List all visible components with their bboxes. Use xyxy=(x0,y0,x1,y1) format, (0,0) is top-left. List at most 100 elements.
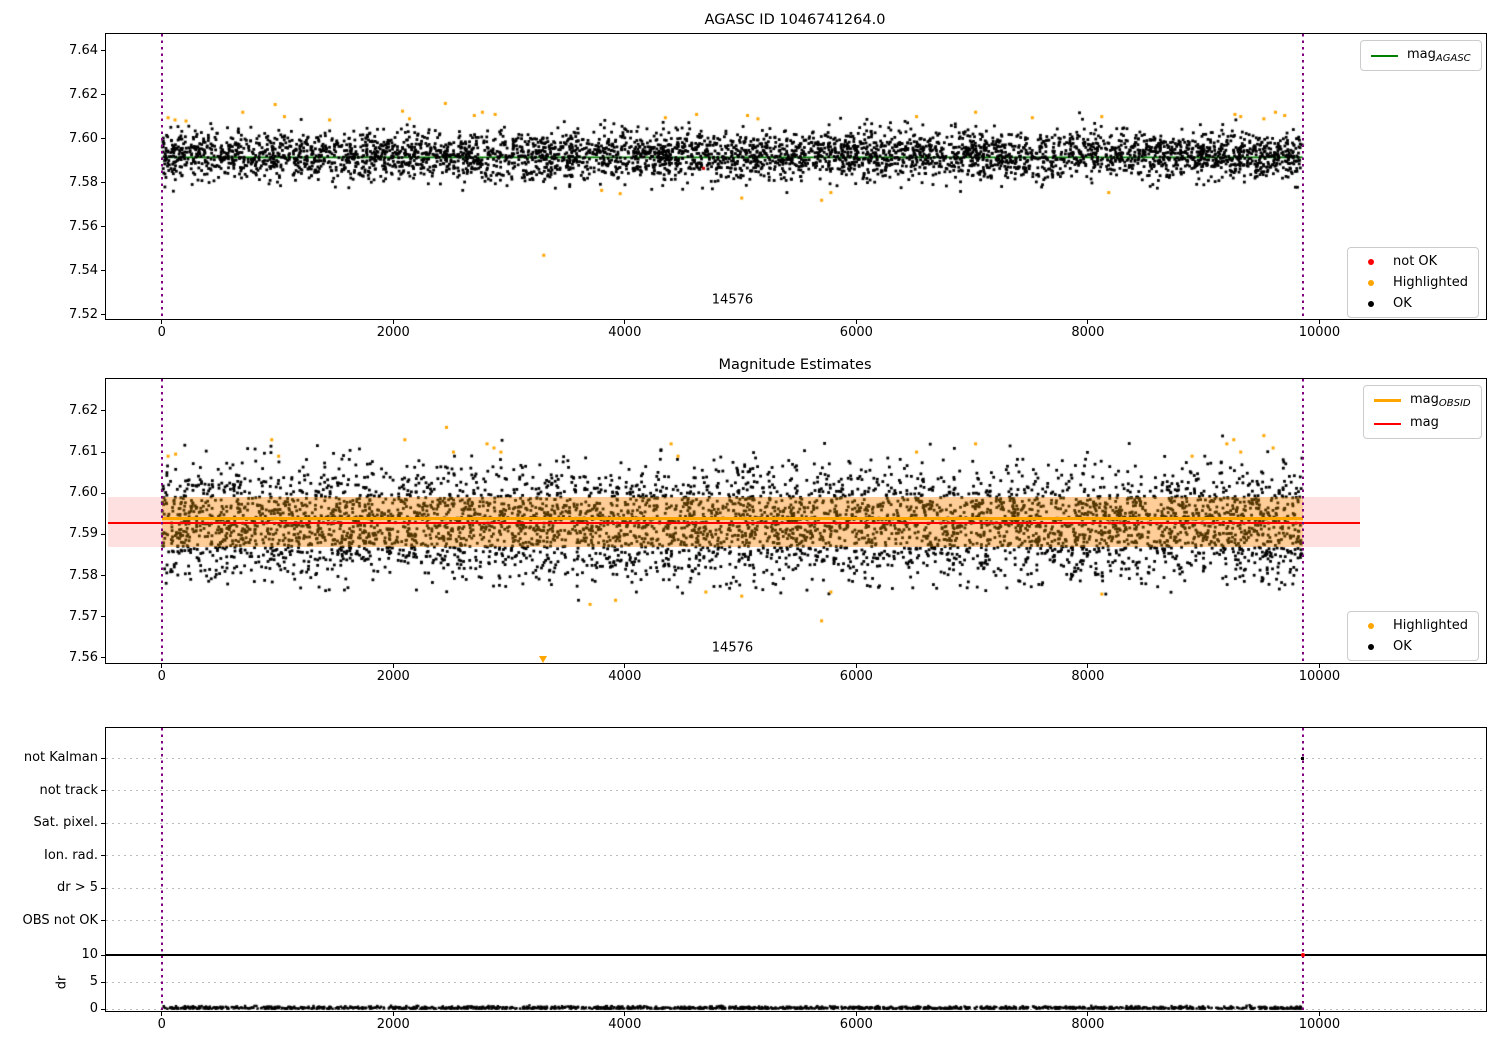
x-tick-mark xyxy=(1318,1012,1320,1016)
x-tick-label: 0 xyxy=(157,325,166,340)
x-tick-label: 2000 xyxy=(376,1017,410,1032)
x-tick-mark xyxy=(161,320,163,324)
flag-label: not track xyxy=(39,782,98,798)
orange-dot-icon xyxy=(1368,279,1374,286)
flag-label: OBS not OK xyxy=(22,912,99,928)
obsid-count-annotation-top: 14576 xyxy=(711,292,754,308)
x-tick-label: 6000 xyxy=(839,1017,873,1032)
orange-line-swatch-icon xyxy=(1374,399,1401,402)
y-tick-label: 7.59 xyxy=(69,526,98,542)
legend-item-mag-agasc: magAGASC xyxy=(1371,47,1471,64)
y-tick-mark xyxy=(101,94,105,96)
dr-tick-mark xyxy=(101,954,105,956)
x-tick-mark xyxy=(1318,320,1320,324)
panel-flags-box xyxy=(105,727,1487,1012)
legend-item-ok: OK xyxy=(1358,639,1468,654)
flag-tick-mark xyxy=(101,855,105,856)
y-tick-mark xyxy=(101,533,105,535)
legend-label: Highlighted xyxy=(1393,275,1468,290)
y-tick-mark xyxy=(101,226,105,228)
black-dot-icon xyxy=(1368,300,1374,307)
flag-tick-mark xyxy=(101,887,105,889)
obsid-range-vline xyxy=(160,379,163,663)
flag-tick-mark xyxy=(101,920,105,921)
x-tick-mark xyxy=(1087,1012,1089,1016)
legend-label: magAGASC xyxy=(1407,47,1471,64)
x-tick-label: 8000 xyxy=(1071,325,1105,340)
dr-tick-label: 0 xyxy=(89,1001,98,1016)
y-tick-label: 7.62 xyxy=(69,86,98,102)
flag-label: Ion. rad. xyxy=(44,847,98,863)
dr-axis-label: dr xyxy=(54,975,70,990)
green-line-swatch-icon xyxy=(1371,54,1398,57)
x-tick-mark xyxy=(624,1012,626,1016)
y-tick-mark xyxy=(101,314,105,316)
x-tick-mark xyxy=(855,664,857,668)
y-tick-label: 7.62 xyxy=(69,402,98,418)
x-tick-label: 0 xyxy=(157,669,166,684)
panel-magnitude-title: Magnitude Estimates xyxy=(718,357,872,373)
x-tick-label: 4000 xyxy=(608,669,642,684)
y-tick-label: 7.60 xyxy=(69,130,98,146)
x-tick-mark xyxy=(392,320,394,324)
legend-item-ok: OK xyxy=(1358,296,1468,311)
red-dot-icon xyxy=(1368,258,1374,265)
x-tick-label: 10000 xyxy=(1298,325,1341,340)
x-tick-mark xyxy=(1087,664,1089,668)
x-tick-label: 8000 xyxy=(1071,669,1105,684)
y-tick-mark xyxy=(101,492,105,494)
x-tick-mark xyxy=(1087,320,1089,324)
legend-label: Highlighted xyxy=(1393,618,1468,633)
legend-point-classes-middle: Highlighted OK xyxy=(1347,611,1479,661)
legend-label: mag xyxy=(1410,415,1439,430)
x-tick-mark xyxy=(161,664,163,668)
y-tick-mark xyxy=(101,410,105,412)
obsid-range-vline xyxy=(160,728,163,1011)
x-tick-label: 10000 xyxy=(1298,1017,1341,1032)
flag-tick-mark xyxy=(101,822,105,824)
panel-agasc-box xyxy=(105,33,1487,320)
x-tick-mark xyxy=(855,1012,857,1016)
y-tick-mark xyxy=(101,616,105,618)
dr-tick-label: 10 xyxy=(81,947,98,962)
obsid-count-annotation-middle: 14576 xyxy=(711,640,754,656)
y-tick-label: 7.57 xyxy=(69,608,98,624)
panel-magnitude-box xyxy=(105,378,1487,664)
obsid-range-vline xyxy=(1301,728,1304,1011)
flag-label: Sat. pixel. xyxy=(33,815,98,830)
red-line-swatch-icon xyxy=(1374,422,1401,425)
dr-tick-mark xyxy=(101,981,105,983)
x-tick-mark xyxy=(624,664,626,668)
y-tick-label: 7.58 xyxy=(69,174,98,190)
x-tick-label: 10000 xyxy=(1298,669,1341,684)
x-tick-label: 2000 xyxy=(376,669,410,684)
x-tick-label: 6000 xyxy=(839,325,873,340)
y-tick-label: 7.52 xyxy=(69,306,98,322)
dr-threshold-line xyxy=(106,954,1486,956)
x-tick-label: 6000 xyxy=(839,669,873,684)
legend-point-classes-top: not OK Highlighted OK xyxy=(1347,247,1479,318)
x-tick-mark xyxy=(1318,664,1320,668)
y-tick-label: 7.54 xyxy=(69,262,98,278)
dr-tick-mark xyxy=(101,1008,105,1010)
figure: 0 2000 4000 6000 8000 10000 0 2000 4000 6000 8000 1… xyxy=(0,0,1500,1050)
y-tick-mark xyxy=(101,138,105,140)
y-tick-label: 7.56 xyxy=(69,649,98,665)
y-tick-mark xyxy=(101,270,105,272)
x-tick-label: 4000 xyxy=(608,1017,642,1032)
clipped-low-point-marker xyxy=(538,656,547,663)
y-tick-mark xyxy=(101,182,105,184)
dr-outlier-point xyxy=(1300,953,1305,957)
legend-label: not OK xyxy=(1393,254,1438,269)
flag-label: not Kalman xyxy=(23,750,98,765)
y-tick-label: 7.56 xyxy=(69,218,98,234)
legend-mag-agasc: magAGASC xyxy=(1360,40,1482,71)
y-tick-label: 7.61 xyxy=(69,444,98,460)
y-tick-mark xyxy=(101,657,105,659)
orange-dot-icon xyxy=(1368,622,1374,629)
legend-label: magOBSID xyxy=(1410,392,1471,409)
legend-item-mag: mag xyxy=(1374,415,1471,432)
legend-item-highlighted: Highlighted xyxy=(1358,618,1468,633)
legend-item-not-ok: not OK xyxy=(1358,254,1468,269)
y-tick-mark xyxy=(101,50,105,52)
